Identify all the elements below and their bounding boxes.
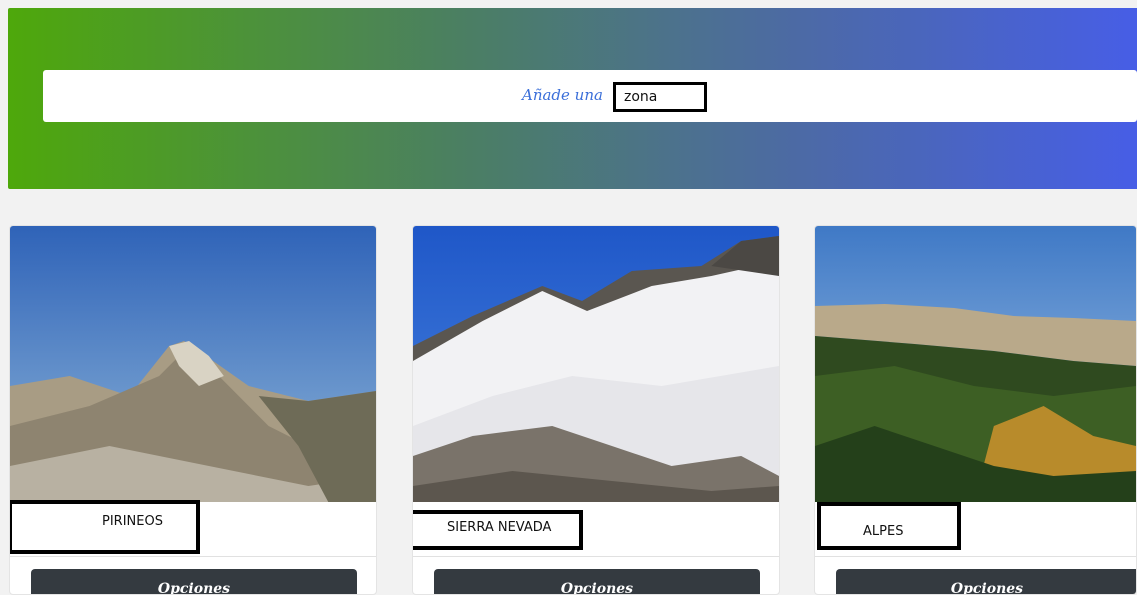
zone-name-alpes: ALPES [817,502,961,550]
zone-card-sierra-nevada: SIERRA NEVADA Opciones [412,225,780,595]
options-button[interactable]: Opciones [836,569,1136,594]
zone-input[interactable] [613,82,707,112]
mountain-photo [10,226,376,502]
add-zone-label: Añade una [522,86,603,104]
divider [10,556,376,557]
page: Añade una PIRINEOS Op [0,0,1137,595]
zone-name-sierra-nevada: SIERRA NEVADA [413,510,583,550]
forest-cliff-photo [815,226,1136,502]
zone-name-pirineos: PIRINEOS [10,500,200,554]
add-zone-bar: Añade una [43,70,1137,122]
hero-banner: Añade una [8,8,1137,189]
snowy-mountain-photo [413,226,779,502]
options-button[interactable]: Opciones [31,569,357,594]
options-button[interactable]: Opciones [434,569,760,594]
zone-card-pirineos: PIRINEOS Opciones [9,225,377,595]
divider [815,556,1136,557]
divider [413,556,779,557]
zone-card-alpes: ALPES Opciones [814,225,1137,595]
